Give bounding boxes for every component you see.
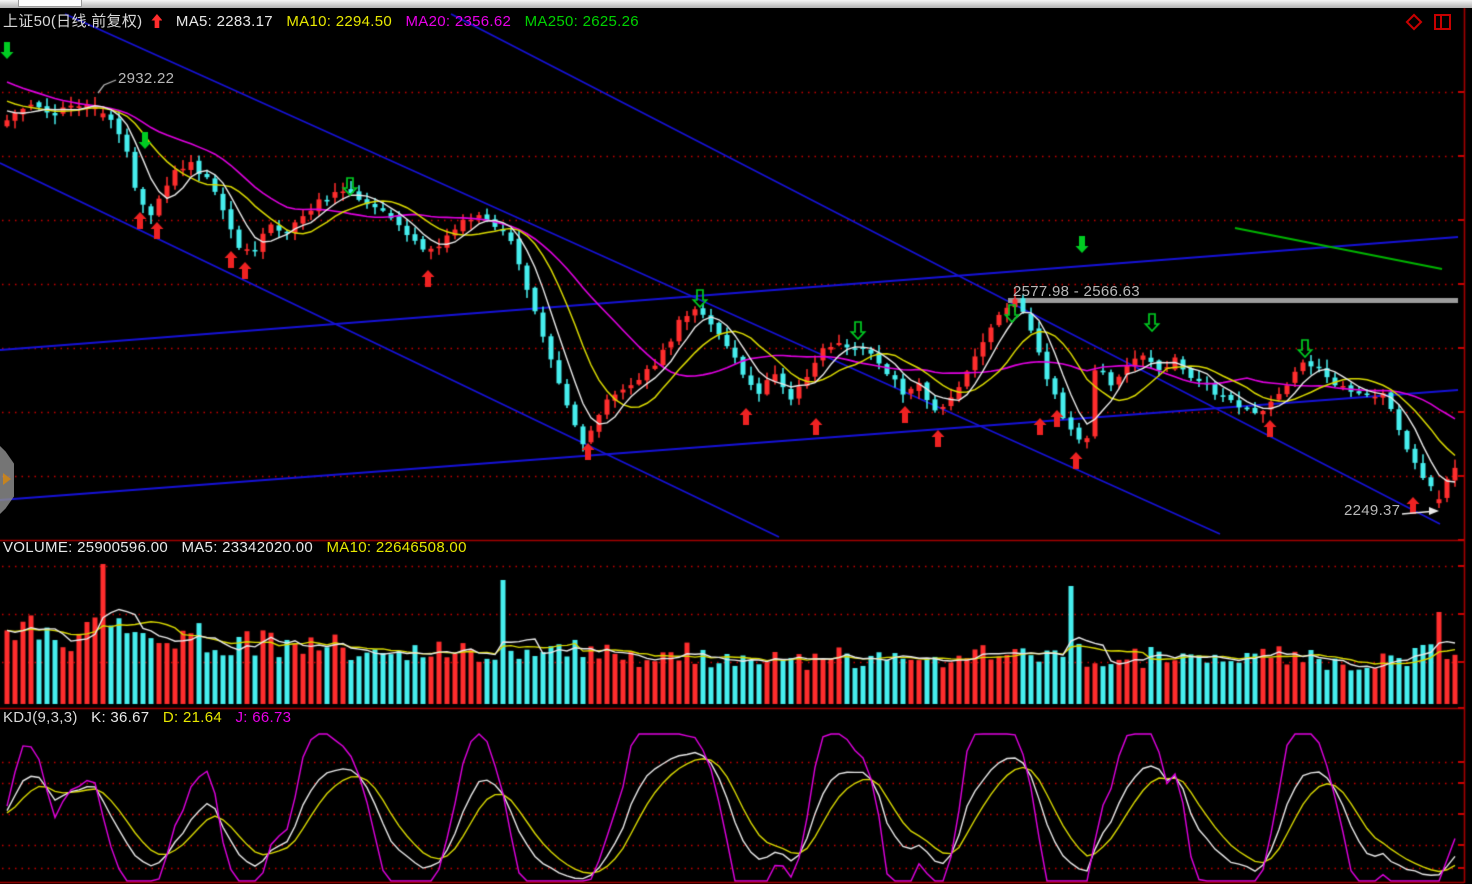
low-price-label: 2249.37 — [1344, 502, 1400, 519]
peak-price-label: 2932.22 — [118, 70, 174, 87]
volume-ma5-value: MA5: 23342020.00 — [181, 539, 313, 556]
stock-chart-window: 上证50(日线.前复权) MA5: 2283.17 MA10: 2294.50 … — [0, 0, 1472, 884]
main-chart-header: 上证50(日线.前复权) MA5: 2283.17 MA10: 2294.50 … — [3, 10, 648, 31]
gap-range-label: 2577.98 - 2566.63 — [1013, 283, 1140, 300]
kdj-header: KDJ(9,3,3) K: 36.67 D: 21.64 J: 66.73 — [3, 709, 300, 726]
ma20-value: MA20: 2356.62 — [406, 13, 512, 30]
ma250-value: MA250: 2625.26 — [525, 13, 639, 30]
kdj-name: KDJ(9,3,3) — [3, 709, 78, 726]
kdj-j-value: J: 66.73 — [236, 709, 292, 726]
expand-arrow-icon — [3, 473, 11, 485]
kdj-k-value: K: 36.67 — [91, 709, 149, 726]
volume-header: VOLUME: 25900596.00 MA5: 23342020.00 MA1… — [3, 539, 476, 556]
volume-value: VOLUME: 25900596.00 — [3, 539, 168, 556]
chart-canvas[interactable] — [0, 0, 1472, 884]
symbol-title: 上证50(日线.前复权) — [3, 13, 142, 30]
toolbar-tab[interactable] — [18, 0, 82, 7]
volume-ma10-value: MA10: 22646508.00 — [327, 539, 467, 556]
window-icon[interactable] — [1434, 14, 1451, 30]
top-toolbar-strip — [0, 0, 1472, 8]
price-up-arrow-icon — [151, 14, 162, 28]
ma10-value: MA10: 2294.50 — [286, 13, 392, 30]
kdj-d-value: D: 21.64 — [163, 709, 222, 726]
ma5-value: MA5: 2283.17 — [176, 13, 273, 30]
window-icon-bar — [1440, 16, 1442, 28]
